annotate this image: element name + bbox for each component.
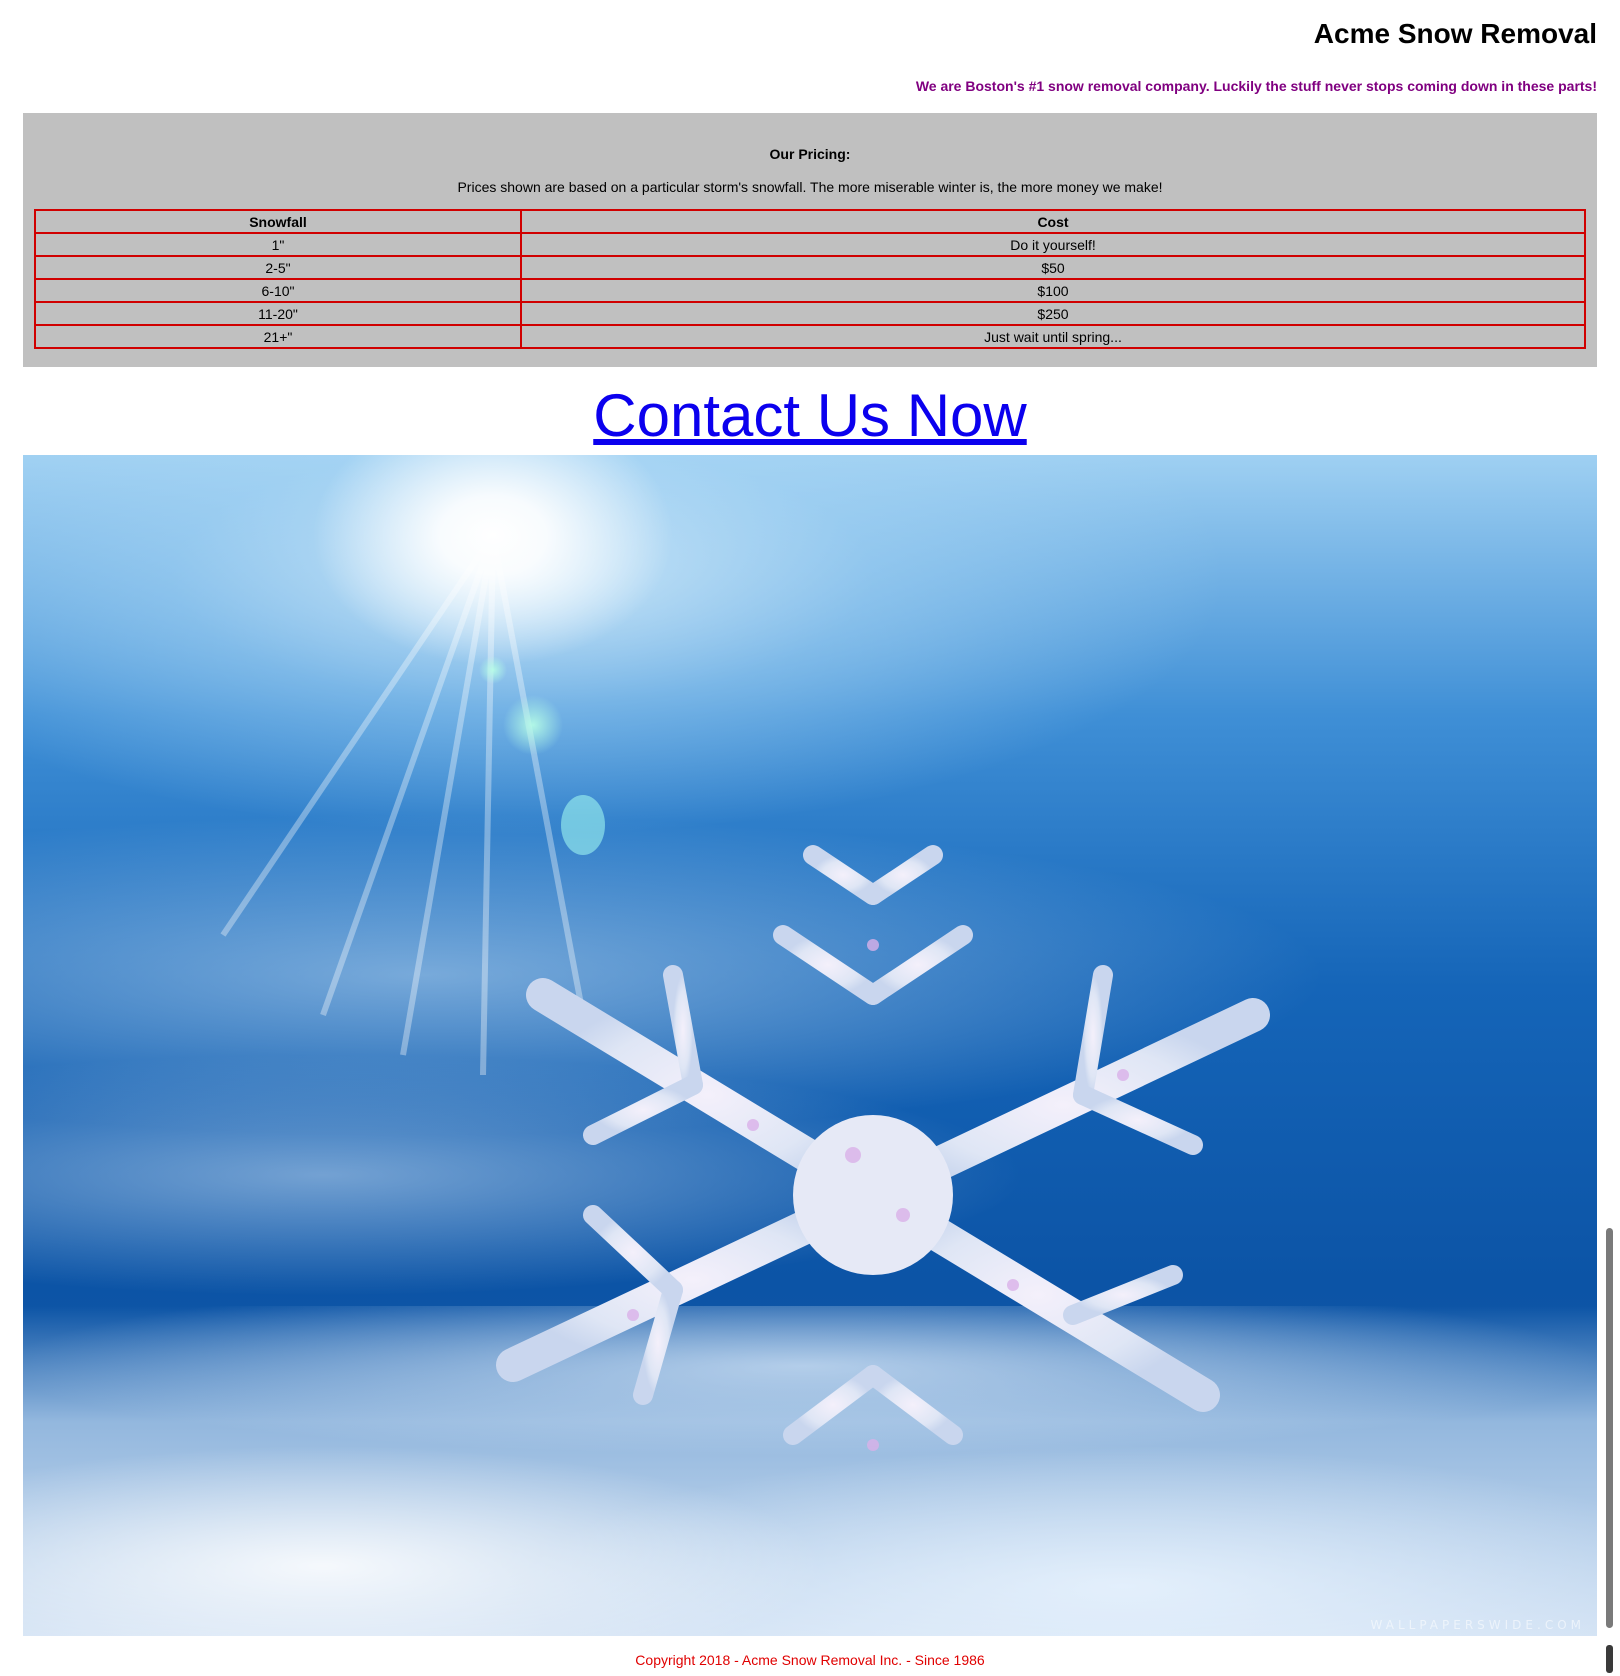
snowfall-cell: 6-10" [34, 278, 522, 303]
wallpaper-watermark: WALLPAPERSWIDE.COM [1370, 1618, 1585, 1632]
table-row: 6-10" $100 [34, 278, 1586, 303]
pricing-heading: Our Pricing: [769, 146, 851, 162]
snowflake-icon [220, 533, 1270, 1532]
cost-cell: Do it yourself! [520, 232, 1586, 257]
pricing-section: Our Pricing: Prices shown are based on a… [23, 113, 1597, 367]
snowfall-cell: 2-5" [34, 255, 522, 280]
contact-us-link[interactable]: Contact Us Now [593, 382, 1026, 449]
table-row: 21+" Just wait until spring... [34, 324, 1586, 349]
scrollbar[interactable] [1605, 0, 1615, 1676]
page-container: Acme Snow Removal We are Boston's #1 sno… [23, 0, 1597, 1668]
column-header-cost: Cost [520, 209, 1586, 234]
pricing-description: Prices shown are based on a particular s… [457, 179, 1163, 195]
tagline: We are Boston's #1 snow removal company.… [915, 78, 1597, 94]
table-row: 2-5" $50 [34, 255, 1586, 280]
cost-cell: $50 [520, 255, 1586, 280]
table-row: 1" Do it yourself! [34, 232, 1586, 257]
scrollbar-thumb[interactable] [1606, 1228, 1613, 1628]
cost-cell: $100 [520, 278, 1586, 303]
snowfall-cell: 1" [34, 232, 522, 257]
table-row: 11-20" $250 [34, 301, 1586, 326]
hero-snowflake-image: WALLPAPERSWIDE.COM [23, 455, 1597, 1636]
footer-copyright: Copyright 2018 - Acme Snow Removal Inc. … [635, 1652, 985, 1668]
snowfall-cell: 21+" [34, 324, 522, 349]
table-header-row: Snowfall Cost [34, 209, 1586, 234]
cost-cell: Just wait until spring... [520, 324, 1586, 349]
pricing-table: Snowfall Cost 1" Do it yourself! 2-5" $5… [34, 209, 1586, 349]
contact-section: Contact Us Now [23, 381, 1597, 455]
snowfall-cell: 11-20" [34, 301, 522, 326]
scrollbar-end-thumb[interactable] [1606, 1645, 1613, 1673]
cost-cell: $250 [520, 301, 1586, 326]
site-title: Acme Snow Removal [1313, 18, 1597, 49]
column-header-snowfall: Snowfall [34, 209, 522, 234]
